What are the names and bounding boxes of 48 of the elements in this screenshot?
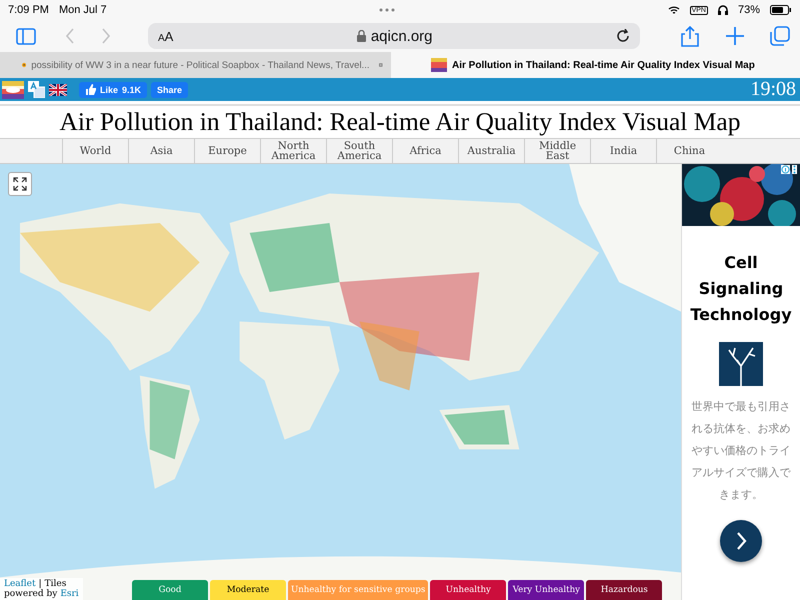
browser-tab[interactable]: Air Pollution in Thailand: Real-time Air Quality Index Visual Map bbox=[391, 52, 800, 78]
share-button[interactable]: Share bbox=[151, 82, 188, 98]
date: Mon Jul 7 bbox=[58, 4, 107, 16]
region-link[interactable]: Europe bbox=[194, 139, 260, 163]
translate-icon[interactable] bbox=[28, 81, 45, 98]
info-icon[interactable] bbox=[781, 165, 790, 174]
tabs-overview-icon[interactable] bbox=[770, 26, 790, 46]
like-button[interactable]: Like 9.1K bbox=[79, 82, 148, 98]
new-tab-icon[interactable] bbox=[726, 27, 744, 45]
region-link[interactable]: Africa bbox=[392, 139, 458, 163]
region-link[interactable]: North America bbox=[260, 139, 326, 163]
address-bar[interactable]: AA aqicn.org bbox=[148, 23, 640, 49]
headphones-icon bbox=[718, 5, 728, 15]
region-link[interactable]: South America bbox=[326, 139, 392, 163]
share-icon[interactable] bbox=[680, 26, 700, 46]
region-link[interactable]: India bbox=[590, 139, 656, 163]
reload-icon[interactable] bbox=[616, 29, 630, 43]
text-size-button[interactable]: AA bbox=[158, 28, 174, 44]
uk-flag-icon[interactable] bbox=[49, 84, 67, 96]
more-options-icon[interactable] bbox=[792, 165, 797, 174]
like-count: 9.1K bbox=[122, 84, 142, 94]
battery-percent: 73% bbox=[738, 4, 760, 16]
clock-time: 7:09 PM bbox=[8, 4, 49, 16]
region-link[interactable]: World bbox=[62, 139, 128, 163]
next-button[interactable] bbox=[720, 520, 762, 562]
like-label: Like bbox=[100, 84, 118, 94]
region-link[interactable]: Australia bbox=[458, 139, 524, 163]
clock-time: 19:08 bbox=[750, 78, 796, 101]
battery-icon bbox=[770, 5, 792, 15]
tab-title: possibility of WW 3 in a near future - Political Soapbox - Thailand News, Travel... bbox=[31, 60, 370, 70]
thumbs-up-icon bbox=[85, 84, 96, 95]
region-link[interactable]: Asia bbox=[128, 139, 194, 163]
ad-heading: Cell Signaling Technology bbox=[689, 252, 793, 326]
chevron-right-icon bbox=[736, 532, 746, 550]
region-link[interactable]: Middle East bbox=[524, 139, 590, 163]
lock-icon bbox=[356, 30, 366, 42]
sidebar-icon[interactable] bbox=[16, 28, 36, 44]
region-link[interactable]: China bbox=[656, 139, 722, 163]
site-logo-icon bbox=[431, 58, 447, 72]
page-title: Air Pollution in Thailand: Real-time Air Quality Index Visual Map bbox=[60, 107, 740, 137]
more-dots-icon bbox=[378, 8, 396, 12]
site-logo-icon[interactable] bbox=[2, 80, 24, 98]
url-text: aqicn.org bbox=[370, 28, 433, 44]
ad-text: 世界中で最も引用される抗体を、お求めやすい価格のトライアルサイズで購入できます。 bbox=[690, 399, 792, 503]
wifi-icon bbox=[668, 5, 680, 15]
tree-logo-icon bbox=[719, 342, 763, 386]
close-icon[interactable] bbox=[379, 60, 383, 70]
tab-title: Air Pollution in Thailand: Real-time Air Quality Index Visual Map bbox=[452, 60, 755, 70]
